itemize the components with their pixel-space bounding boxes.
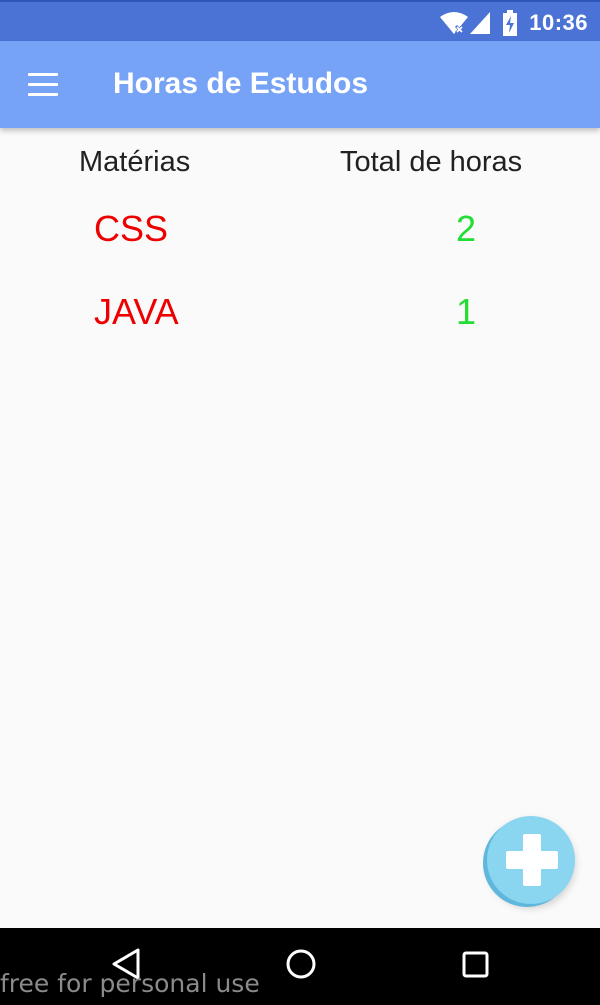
- study-hours-list: Matérias Total de horas CSS 2 JAVA 1: [0, 128, 600, 928]
- subject-name: CSS: [94, 208, 169, 249]
- hours-value: 2: [456, 208, 477, 249]
- app-bar: Horas de Estudos: [0, 41, 600, 128]
- watermark-text: free for personal use: [0, 969, 260, 998]
- total-hours-column-header: Total de horas: [340, 146, 523, 178]
- app-title: Horas de Estudos: [113, 67, 369, 100]
- list-item[interactable]: CSS 2: [0, 208, 600, 258]
- status-bar: 10:36: [0, 0, 600, 41]
- status-icons: 10:36: [439, 6, 588, 40]
- subjects-column-header: Matérias: [79, 146, 191, 178]
- clock-time: 10:36: [529, 10, 588, 35]
- menu-icon[interactable]: [28, 73, 58, 96]
- battery-charging-icon: [503, 10, 518, 36]
- hours-value: 1: [456, 291, 477, 332]
- recents-icon[interactable]: [461, 946, 491, 987]
- signal-icon: [469, 11, 491, 35]
- wifi-icon: [439, 11, 469, 35]
- list-item[interactable]: JAVA 1: [0, 291, 600, 341]
- add-button[interactable]: [487, 816, 575, 904]
- table-header: Matérias Total de horas: [0, 146, 600, 186]
- home-icon[interactable]: [284, 946, 318, 987]
- subject-name: JAVA: [94, 291, 179, 332]
